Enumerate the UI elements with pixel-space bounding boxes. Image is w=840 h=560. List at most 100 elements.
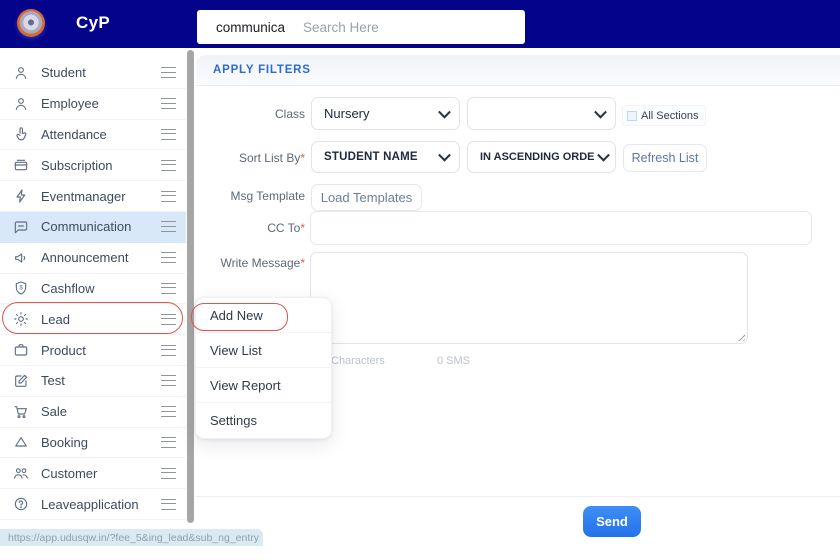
write-message-label: Write Message* xyxy=(220,256,305,270)
sidebar-item-cashflow[interactable]: $ Cashflow xyxy=(0,273,186,305)
sidebar-item-label: Announcement xyxy=(41,250,129,266)
booking-icon xyxy=(13,434,29,450)
apply-filters-title: APPLY FILTERS xyxy=(213,64,311,76)
brand-title: CyP xyxy=(76,13,110,32)
submenu-toggle-icon[interactable] xyxy=(161,221,176,233)
sidebar-item-lead[interactable]: Lead xyxy=(0,304,186,336)
search-input[interactable]: Search Here xyxy=(303,20,379,35)
sidebar-item-test[interactable]: Test xyxy=(0,365,186,397)
subscription-icon xyxy=(13,157,29,173)
footer-divider xyxy=(196,496,840,497)
message-textarea[interactable] xyxy=(310,252,748,344)
sidebar-item-label: Employee xyxy=(41,96,99,112)
submenu-toggle-icon[interactable] xyxy=(161,375,176,387)
sidebar-item-label: Cashflow xyxy=(41,280,95,296)
announcement-icon xyxy=(13,250,29,266)
sidebar-item-label: Leaveapplication xyxy=(41,496,139,512)
characters-counter: Characters xyxy=(331,355,385,367)
sidebar-item-employee[interactable]: Employee xyxy=(0,88,186,120)
sidebar-item-label: Subscription xyxy=(41,157,113,173)
submenu-toggle-icon[interactable] xyxy=(161,98,176,110)
sidebar-item-label: Student xyxy=(41,65,86,81)
sidebar-item-product[interactable]: Product xyxy=(0,335,186,366)
cc-to-input[interactable] xyxy=(310,211,812,245)
submenu-toggle-icon[interactable] xyxy=(161,498,176,510)
sidebar-item-communication[interactable]: Communication xyxy=(0,211,186,243)
submenu-toggle-icon[interactable] xyxy=(161,190,176,202)
submenu-toggle-icon[interactable] xyxy=(161,252,176,264)
sidebar-item-label: Sale xyxy=(41,404,68,420)
lead-icon xyxy=(13,311,29,327)
submenu-toggle-icon[interactable] xyxy=(161,282,176,294)
menu-item-add-new[interactable]: Add New xyxy=(196,298,331,333)
app-logo-icon[interactable] xyxy=(17,9,45,37)
sidebar-item-customer[interactable]: Customer xyxy=(0,458,186,490)
submenu-toggle-icon[interactable] xyxy=(161,406,176,418)
app-window: CyP communica Search Here Student Employ… xyxy=(0,0,840,560)
sidebar-scrollbar[interactable] xyxy=(187,50,194,523)
sidebar-item-label: Test xyxy=(41,373,65,389)
sort-order-select-value: IN ASCENDING ORDE xyxy=(480,151,595,163)
sort-by-select-value: STUDENT NAME xyxy=(324,151,418,163)
class-select-value: Nursery xyxy=(324,106,370,121)
apply-filters-header: APPLY FILTERS xyxy=(196,55,840,86)
employee-icon xyxy=(13,96,29,112)
sidebar-item-label: Communication xyxy=(41,219,132,235)
top-header: CyP communica Search Here xyxy=(0,0,840,48)
load-templates-button[interactable]: Load Templates xyxy=(311,184,422,211)
sidebar-item-eventmanager[interactable]: Eventmanager xyxy=(0,181,186,212)
sort-by-select[interactable]: STUDENT NAME xyxy=(311,141,460,173)
section-select[interactable] xyxy=(467,97,616,130)
menu-item-settings[interactable]: Settings xyxy=(196,403,331,438)
sms-counter: 0 SMS xyxy=(437,355,471,367)
sidebar-item-booking[interactable]: Booking xyxy=(0,427,186,459)
msg-template-label: Msg Template xyxy=(230,189,305,203)
menu-item-view-report[interactable]: View Report xyxy=(196,368,331,403)
sidebar-item-student[interactable]: Student xyxy=(0,58,186,89)
all-sections-checkbox[interactable]: All Sections xyxy=(622,105,707,126)
menu-item-view-list[interactable]: View List xyxy=(196,333,331,368)
submenu-toggle-icon[interactable] xyxy=(161,313,176,325)
svg-text:$: $ xyxy=(19,286,23,292)
student-icon xyxy=(13,65,29,81)
communication-icon xyxy=(13,219,29,235)
search-bar[interactable]: communica Search Here xyxy=(197,10,525,44)
test-icon xyxy=(13,373,29,389)
sidebar-item-sale[interactable]: Sale xyxy=(0,396,186,428)
all-sections-label: All Sections xyxy=(641,109,699,122)
submenu-toggle-icon[interactable] xyxy=(161,128,176,140)
status-bar-url: https://app.udusqw.in/?fee_5&ing_lead&su… xyxy=(0,529,263,546)
sidebar-item-label: Product xyxy=(41,342,86,358)
refresh-list-button[interactable]: Refresh List xyxy=(623,144,707,172)
sidebar-item-label: Booking xyxy=(41,434,88,450)
class-select[interactable]: Nursery xyxy=(311,97,460,130)
sidebar-item-label: Eventmanager xyxy=(41,188,126,204)
sidebar-item-attendance[interactable]: Attendance xyxy=(0,119,186,151)
resize-handle[interactable] xyxy=(736,332,745,341)
submenu-toggle-icon[interactable] xyxy=(161,436,176,448)
sidebar-item-leaveapplication[interactable]: Leaveapplication xyxy=(0,489,186,520)
chevron-down-icon xyxy=(594,105,607,119)
cashflow-icon: $ xyxy=(13,280,29,296)
eventmanager-icon xyxy=(13,188,29,204)
sidebar-item-subscription[interactable]: Subscription xyxy=(0,150,186,182)
chevron-down-icon xyxy=(438,105,451,119)
submenu-toggle-icon[interactable] xyxy=(161,467,176,479)
customer-icon xyxy=(13,465,29,481)
submenu-toggle-icon[interactable] xyxy=(161,159,176,171)
sidebar-nav: Student Employee Attendance Subscription… xyxy=(0,58,186,520)
submenu-toggle-icon[interactable] xyxy=(161,344,176,356)
sidebar-item-announcement[interactable]: Announcement xyxy=(0,242,186,274)
product-icon xyxy=(13,342,29,358)
checkbox-icon[interactable] xyxy=(627,110,637,121)
attendance-icon xyxy=(13,126,29,142)
submenu-toggle-icon[interactable] xyxy=(161,67,176,79)
leaveapplication-icon xyxy=(13,496,29,512)
search-category-value[interactable]: communica xyxy=(216,20,285,35)
sidebar-item-label: Lead xyxy=(41,311,70,327)
cc-to-label: CC To* xyxy=(267,221,305,235)
sort-order-select[interactable]: IN ASCENDING ORDE xyxy=(467,141,616,173)
lead-context-menu: Add New View List View Report Settings xyxy=(195,297,332,439)
sidebar-item-label: Attendance xyxy=(41,126,107,142)
send-button[interactable]: Send xyxy=(583,506,641,537)
